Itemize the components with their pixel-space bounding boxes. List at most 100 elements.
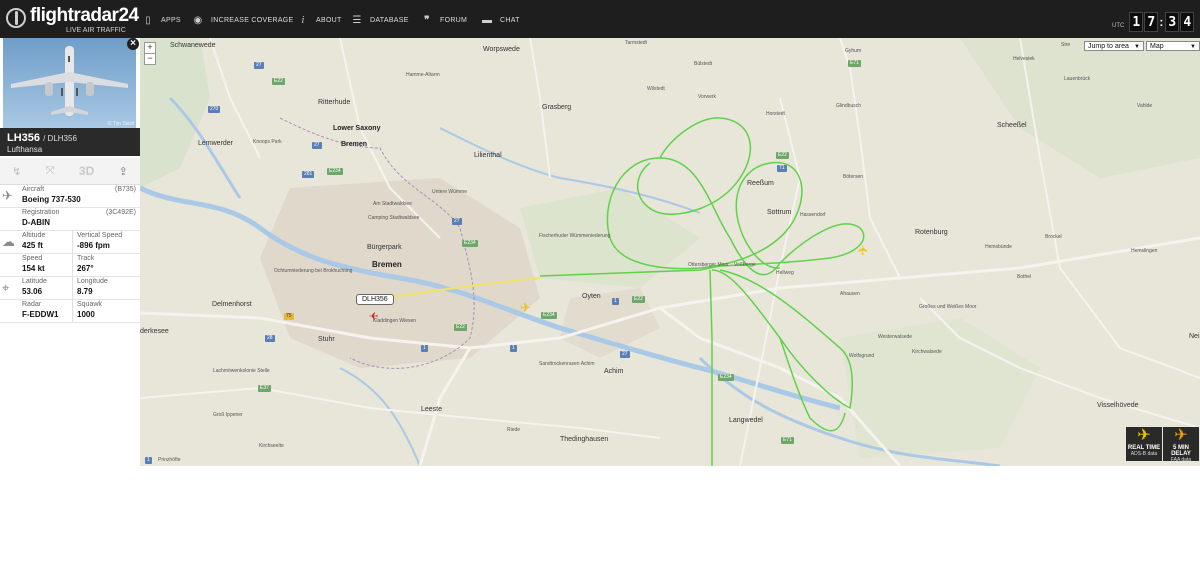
flightradar24-logo[interactable]: flightradar24 LIVE AIR TRAFFIC [6,5,139,37]
road-shield: E71 [848,60,861,67]
altitude-label: Altitude [22,232,46,239]
road-shield: 27 [452,218,462,225]
registration-value: D-ABIN [22,218,50,227]
place-helvesiek: Helvesiek [1013,56,1035,62]
flight-map[interactable]: + − Stre Jump to area ▼ Map ▼ Schwanewed… [140,38,1200,466]
place-nei: Nei [1189,333,1200,340]
position-row: ⌖ Latitude 53.06 Longitude 8.79 [0,277,140,300]
map-type-label: Map [1150,43,1164,50]
nav-apps[interactable]: ▯ APPS [143,11,181,29]
nav-forum-label: FORUM [440,16,468,24]
place-lachmoewenkolonie: Lachmöwenkolonie Stelle [213,368,270,374]
place-westerwalsede: Westerwalsede [878,334,913,340]
selected-flight-callout[interactable]: DLH356 [356,294,394,305]
aircraft-value: Boeing 737-530 [22,195,81,204]
street-label: Stre [1061,42,1071,48]
place-oyten: Oyten [582,293,601,300]
place-stuhr: Stuhr [318,336,335,343]
nav-increase-coverage[interactable]: ◉ INCREASE COVERAGE [193,11,294,29]
map-canvas [140,38,1200,466]
info-icon: i [301,14,305,26]
utc-label: UTC [1112,23,1125,29]
clock-hour-ones: 7 [1144,12,1159,32]
nav-database-label: DATABASE [370,16,409,24]
place-buergerpark: Bürgerpark [367,244,402,251]
track-value: 267° [77,264,94,273]
aircraft-marker-icon[interactable]: ✈ [520,300,531,316]
follow-aircraft-icon[interactable]: ⤧ [46,165,55,178]
place-boetersen: Bötersen [843,174,864,180]
close-panel-button[interactable]: × [127,38,139,50]
3d-view-button[interactable]: 3D [79,164,94,178]
place-schwanewede: Schwanewede [170,42,216,49]
map-type-select[interactable]: Map ▼ [1146,41,1200,51]
squawk-label: Squawk [77,301,102,308]
altitude-row: ☁ Altitude 425 ft Vertical Speed -896 fp… [0,231,140,254]
road-shield: 270 [208,106,221,113]
road-shield: E234 [541,312,557,319]
place-gross-ippener: Groß Ippener [213,412,243,418]
clock-hour-tens: 1 [1129,12,1144,32]
registration-label: Registration [22,209,60,216]
radar-value: F-EDDW1 [22,310,59,319]
road-shield: E71 [781,437,794,444]
longitude-label: Longitude [77,278,108,285]
nav-about[interactable]: i ABOUT [298,11,342,29]
aircraft-code: (B735) [114,186,136,193]
radar-label: Radar [22,301,42,308]
aircraft-row: ✈ Aircraft (B735) Boeing 737-530 [0,185,140,208]
road-shield: 27 [254,62,264,69]
nav-chat-label: CHAT [500,16,520,24]
vertical-speed-label: Vertical Speed [77,232,123,239]
delayed-legend-sub: FAA data [1170,457,1192,463]
delayed-plane-icon: ✈ [1174,427,1188,444]
place-vahlde: Vahlde [1137,103,1153,109]
road-shield: E22 [776,152,789,159]
mobile-phone-icon: ▯ [145,14,151,26]
place-tarmstedt: Tarmstedt [625,40,647,46]
nav-chat[interactable]: ▬ CHAT [482,11,520,29]
zoom-out-button[interactable]: − [144,53,156,65]
share-icon[interactable]: ⇪ [119,165,128,178]
radar-row: Radar F-EDDW1 Squawk 1000 [0,300,140,323]
nav-database[interactable]: ☰ DATABASE [352,11,409,29]
place-langwedel: Langwedel [729,417,763,424]
registration-code: (3C492E) [106,209,136,216]
place-sottrum: Sottrum [767,209,792,216]
place-lilienthal: Lilienthal [474,152,502,159]
place-ahausen: Ahausen [840,291,860,297]
chevron-down-icon: ▼ [1134,44,1140,50]
flight-info-panel: © Tim Stadt × LH356 / DLH356 Lufthansa ↯… [0,38,141,323]
aircraft-photo[interactable]: © Tim Stadt [3,38,136,128]
selected-aircraft-icon[interactable]: ✈ [369,309,378,322]
jump-to-area-select[interactable]: Jump to area ▼ [1084,41,1144,51]
clock-separator: : [1159,15,1164,29]
realtime-legend-sub: ADS-B data [1130,451,1158,457]
brand-name: flightradar24 [30,5,139,26]
registration-row: Registration (3C492E) D-ABIN [0,208,140,231]
place-worpswede: Worpswede [483,46,520,53]
place-riede: Riede [507,427,521,433]
altitude-value: 425 ft [22,241,43,250]
nav-forum[interactable]: ❞ FORUM [422,11,467,29]
road-shield: 75 [284,313,294,320]
place-thedinghausen: Thedinghausen [560,436,609,443]
road-shield: 1 [145,457,152,464]
road-shield: E22 [454,324,467,331]
place-lower-saxony: Lower Saxony [333,125,381,132]
aircraft-label: Aircraft [22,186,45,193]
realtime-legend: ✈ REAL TIME ADS-B data [1126,427,1162,461]
airline-name: Lufthansa [7,145,43,154]
aircraft-marker-icon[interactable]: ✈ [855,245,871,256]
road-shield: 281 [302,171,315,178]
route-icon[interactable]: ↯ [12,165,21,178]
speed-label: Speed [22,255,43,262]
chat-bubble-icon: ▬ [482,14,493,26]
place-vossberge: Voßberge [734,262,756,268]
nav-about-label: ABOUT [316,16,342,24]
satellite-icon: ⌖ [2,280,10,295]
place-bothel: Bothel [1017,274,1032,280]
place-hellweg: Hellweg [776,270,794,276]
longitude-value: 8.79 [77,287,93,296]
road-shield: E37 [258,385,271,392]
